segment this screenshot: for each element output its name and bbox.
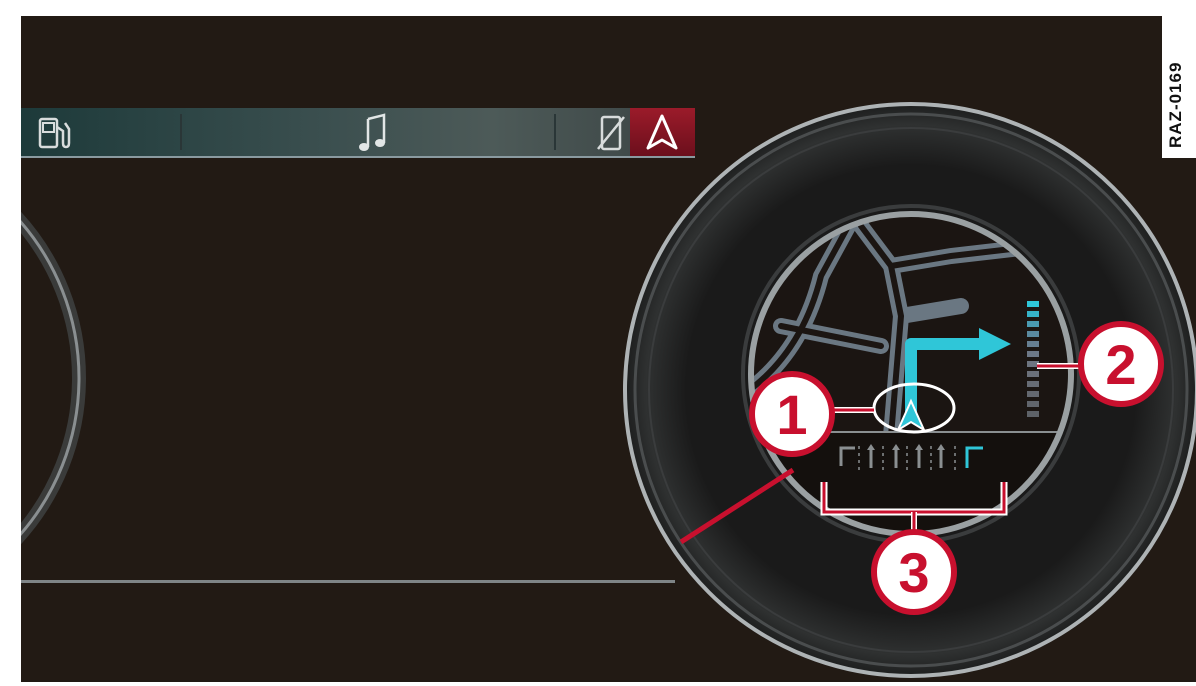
callout-1-number: 1 xyxy=(776,383,807,446)
callout-2-number: 2 xyxy=(1105,333,1136,396)
callout-3-number: 3 xyxy=(898,541,929,604)
display-screen: 1 2 3 xyxy=(21,16,1196,682)
navigation-gauge: 1 2 3 xyxy=(623,102,1196,678)
figure-code-text: RAZ-0169 xyxy=(1166,61,1185,148)
figure-code: RAZ-0169 xyxy=(1162,8,1196,158)
